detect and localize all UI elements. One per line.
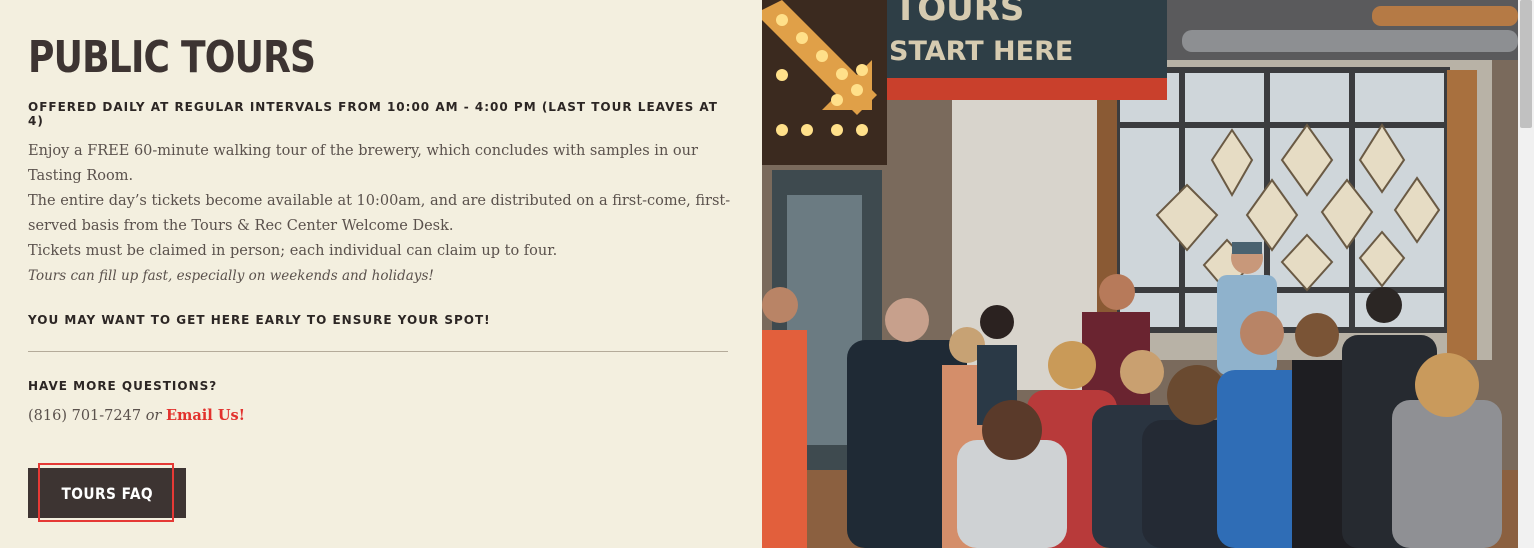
tours-faq-button[interactable]: TOURS FAQ bbox=[28, 468, 186, 518]
fill-up-note: Tours can fill up fast, especially on we… bbox=[28, 268, 434, 284]
phone-number: (816) 701-7247 bbox=[28, 408, 142, 424]
email-us-link[interactable]: Email Us! bbox=[166, 407, 245, 424]
scrollbar-thumb[interactable] bbox=[1520, 0, 1532, 128]
page-title: PUBLIC TOURS bbox=[28, 32, 316, 83]
or-text: or bbox=[145, 408, 162, 424]
tour-description: Enjoy a FREE 60-minute walking tour of t… bbox=[28, 139, 738, 289]
questions-heading: HAVE MORE QUESTIONS? bbox=[28, 379, 218, 393]
section-divider bbox=[28, 351, 728, 352]
description-paragraph: The entire day’s tickets become availabl… bbox=[28, 193, 731, 234]
description-paragraph: Tickets must be claimed in person; each … bbox=[28, 243, 558, 259]
description-paragraph: Enjoy a FREE 60-minute walking tour of t… bbox=[28, 143, 698, 184]
arrive-early-note: YOU MAY WANT TO GET HERE EARLY TO ENSURE… bbox=[28, 313, 491, 327]
tours-faq-label: TOURS FAQ bbox=[61, 483, 153, 503]
start-here-sign-text: START HERE bbox=[889, 36, 1073, 67]
tours-sign-text: TOURS bbox=[894, 0, 1024, 29]
marquee-arrow-sign bbox=[762, 0, 887, 165]
tours-info-panel: PUBLIC TOURS OFFERED DAILY AT REGULAR IN… bbox=[0, 0, 762, 548]
contact-line: (816) 701-7247 or Email Us! bbox=[28, 404, 245, 428]
brewery-tour-photo: TOURS START HERE bbox=[762, 0, 1518, 548]
tour-schedule-subhead: OFFERED DAILY AT REGULAR INTERVALS FROM … bbox=[28, 100, 718, 128]
